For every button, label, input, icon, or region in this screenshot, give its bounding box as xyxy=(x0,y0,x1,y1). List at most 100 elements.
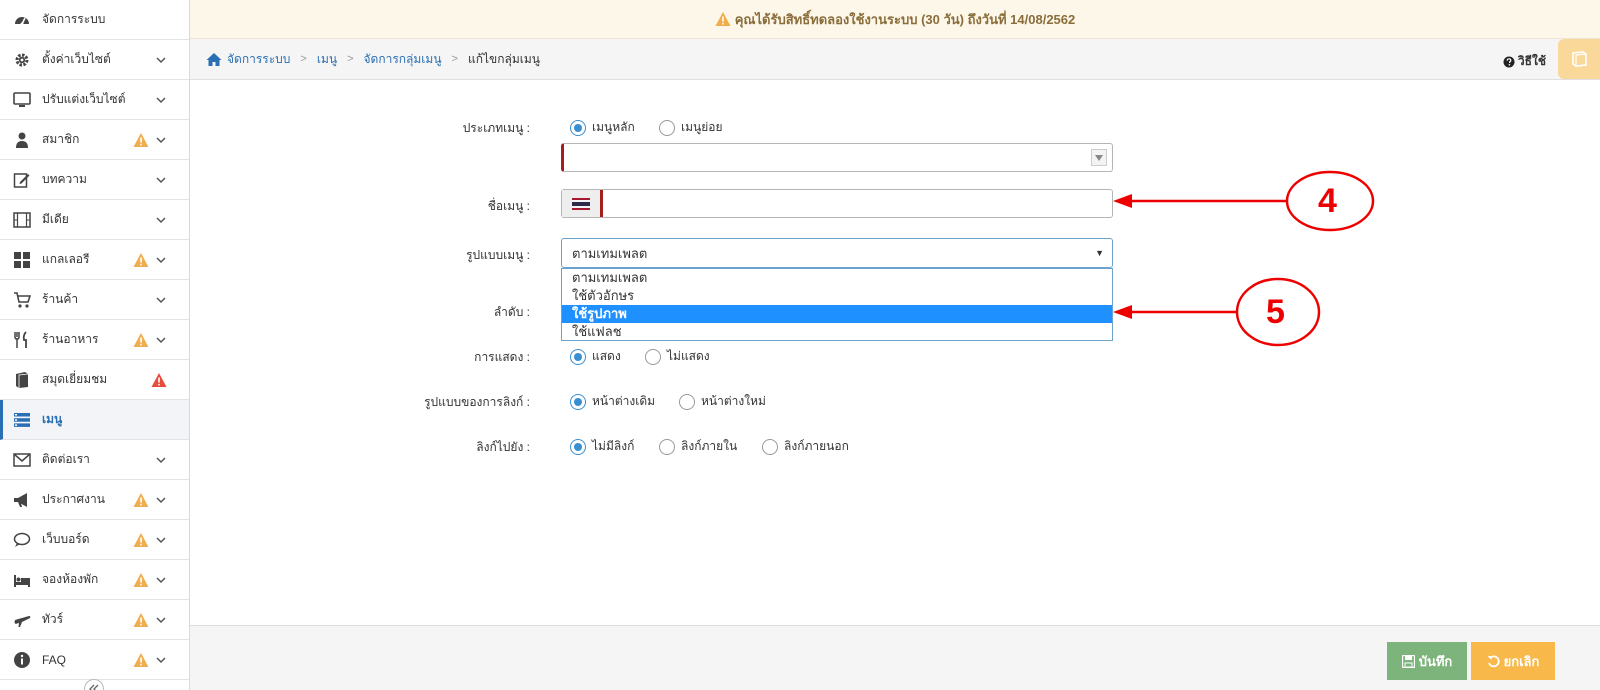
breadcrumb-current: แก้ไขกลุ่มเมนู xyxy=(467,51,540,66)
undo-icon xyxy=(1487,654,1500,667)
sidebar-item-members[interactable]: สมาชิก xyxy=(0,120,189,160)
menu-type-label: ประเภทเมนู : xyxy=(462,121,530,135)
chevron-down-icon[interactable] xyxy=(155,214,167,226)
breadcrumb-home[interactable]: จัดการระบบ xyxy=(227,50,290,69)
breadcrumb-menu[interactable]: เมนู xyxy=(317,50,337,69)
dashboard-icon xyxy=(12,10,32,30)
warning-icon xyxy=(133,132,149,148)
chevron-down-icon[interactable] xyxy=(155,574,167,586)
floppy-disk-icon xyxy=(1401,654,1415,668)
sidebar-item-menu[interactable]: เมนู xyxy=(0,400,189,440)
sidebar-item-guestbook[interactable]: สมุดเยี่ยมชม xyxy=(0,360,189,400)
link-style-same-window-radio[interactable]: หน้าต่างเดิม xyxy=(570,392,655,411)
warning-icon xyxy=(133,612,149,628)
chevron-down-icon[interactable] xyxy=(155,494,167,506)
sidebar-item-customize[interactable]: ปรับแต่งเว็บไซต์ xyxy=(0,80,189,120)
warning-icon xyxy=(133,252,149,268)
cancel-button[interactable]: ยกเลิก xyxy=(1471,642,1555,680)
chevron-down-icon[interactable] xyxy=(155,534,167,546)
megaphone-icon xyxy=(12,490,32,510)
link-to-external-radio[interactable]: ลิงก์ภายนอก xyxy=(762,437,849,456)
chevron-down-icon[interactable] xyxy=(155,174,167,186)
order-label: ลำดับ : xyxy=(493,305,530,319)
user-icon xyxy=(12,130,32,150)
menu-format-value: ตามเทมเพลต xyxy=(572,245,648,261)
menu-format-option[interactable]: ตามเทมเพลต xyxy=(562,269,1112,287)
film-icon xyxy=(12,210,32,230)
menu-format-option[interactable]: ใช้ตัวอักษร xyxy=(562,287,1112,305)
cancel-label: ยกเลิก xyxy=(1503,653,1540,669)
menu-type-sub-radio[interactable]: เมนูย่อย xyxy=(659,118,722,137)
sidebar-collapse-button[interactable] xyxy=(84,679,104,690)
chevron-down-icon[interactable] xyxy=(155,254,167,266)
question-circle-icon xyxy=(1503,56,1515,67)
chevron-down-icon[interactable] xyxy=(155,134,167,146)
grid-icon xyxy=(12,250,32,270)
sidebar-item-articles[interactable]: บทความ xyxy=(0,160,189,200)
display-hide-radio[interactable]: ไม่แสดง xyxy=(645,347,710,366)
utensils-icon xyxy=(12,330,32,350)
chevron-down-icon[interactable] xyxy=(155,334,167,346)
language-flag-button[interactable] xyxy=(562,190,603,217)
menu-format-option-highlighted[interactable]: ใช้รูปภาพ xyxy=(562,305,1112,323)
sidebar-item-website-settings[interactable]: ตั้งค่าเว็บไซต์ xyxy=(0,40,189,80)
sidebar-item-system[interactable]: จัดการระบบ xyxy=(0,0,189,40)
breadcrumb-separator-icon: > xyxy=(451,53,458,65)
caret-down-icon: ▼ xyxy=(1095,248,1104,258)
chevron-down-icon[interactable] xyxy=(155,94,167,106)
sidebar-item-contact[interactable]: ติดต่อเรา xyxy=(0,440,189,480)
link-to-internal-radio[interactable]: ลิงก์ภายใน xyxy=(659,437,737,456)
edit-icon xyxy=(12,170,32,190)
form-footer: บันทึก ยกเลิก xyxy=(190,625,1600,690)
breadcrumb-separator-icon: > xyxy=(347,53,354,65)
chevron-down-icon[interactable] xyxy=(155,54,167,66)
link-style-new-window-radio[interactable]: หน้าต่างใหม่ xyxy=(679,392,766,411)
menu-format-option[interactable]: ใช้แฟลช xyxy=(562,323,1112,341)
sidebar-item-webboard[interactable]: เว็บบอร์ด xyxy=(0,520,189,560)
sidebar-item-jobs[interactable]: ประกาศงาน xyxy=(0,480,189,520)
chevron-down-icon[interactable] xyxy=(155,614,167,626)
sidebar-item-faq[interactable]: FAQ xyxy=(0,640,189,680)
breadcrumb-menu-group[interactable]: จัดการกลุ่มเมนู xyxy=(364,50,442,69)
info-icon xyxy=(12,650,32,670)
menu-format-select[interactable]: ตามเทมเพลต ▼ xyxy=(561,238,1113,268)
sidebar-item-booking[interactable]: จองห้องพัก xyxy=(0,560,189,600)
sidebar-item-tours[interactable]: ทัวร์ xyxy=(0,600,189,640)
help-label: วิธีใช้ xyxy=(1517,54,1546,68)
menu-icon xyxy=(12,410,32,430)
thai-flag-icon xyxy=(572,197,590,210)
manual-button[interactable] xyxy=(1558,39,1600,79)
menu-name-input[interactable] xyxy=(603,190,1112,217)
warning-icon xyxy=(133,492,149,508)
sidebar-item-gallery[interactable]: แกลเลอรี xyxy=(0,240,189,280)
display-label: การแสดง : xyxy=(474,350,530,364)
annotation-overlay xyxy=(1113,170,1375,347)
sidebar-item-label: จัดการระบบ xyxy=(42,12,106,26)
trial-notice-text: คุณได้รับสิทธิ์ทดลองใช้งานระบบ (30 วัน) … xyxy=(734,11,1076,27)
sidebar-item-shop[interactable]: ร้านค้า xyxy=(0,280,189,320)
chevron-down-icon[interactable] xyxy=(155,654,167,666)
help-link[interactable]: วิธีใช้ xyxy=(1503,52,1546,71)
book-icon xyxy=(12,370,32,390)
plane-icon xyxy=(12,610,32,630)
save-label: บันทึก xyxy=(1418,653,1453,669)
chevron-down-icon[interactable] xyxy=(155,294,167,306)
link-to-none-radio[interactable]: ไม่มีลิงก์ xyxy=(570,437,634,456)
breadcrumb: จัดการระบบ > เมนู > จัดการกลุ่มเมนู > แก… xyxy=(190,39,1600,80)
sidebar-item-label: เมนู xyxy=(42,412,63,426)
save-button[interactable]: บันทึก xyxy=(1387,642,1467,680)
chevron-down-icon[interactable] xyxy=(155,454,167,466)
home-icon[interactable] xyxy=(206,52,222,67)
warning-icon xyxy=(133,572,149,588)
annotation-number-4: 4 xyxy=(1318,182,1337,220)
book-icon xyxy=(1572,51,1587,67)
menu-type-main-radio[interactable]: เมนูหลัก xyxy=(570,118,635,137)
sidebar-item-media[interactable]: มีเดีย xyxy=(0,200,189,240)
display-show-radio[interactable]: แสดง xyxy=(570,347,621,366)
sidebar: จัดการระบบ ตั้งค่าเว็บไซต์ ปรับแต่งเว็บไ… xyxy=(0,0,190,690)
sidebar-item-restaurant[interactable]: ร้านอาหาร xyxy=(0,320,189,360)
monitor-icon xyxy=(12,90,32,110)
comments-icon xyxy=(12,530,32,550)
parent-menu-select[interactable] xyxy=(561,143,1113,172)
annotation-number-5: 5 xyxy=(1266,293,1285,331)
